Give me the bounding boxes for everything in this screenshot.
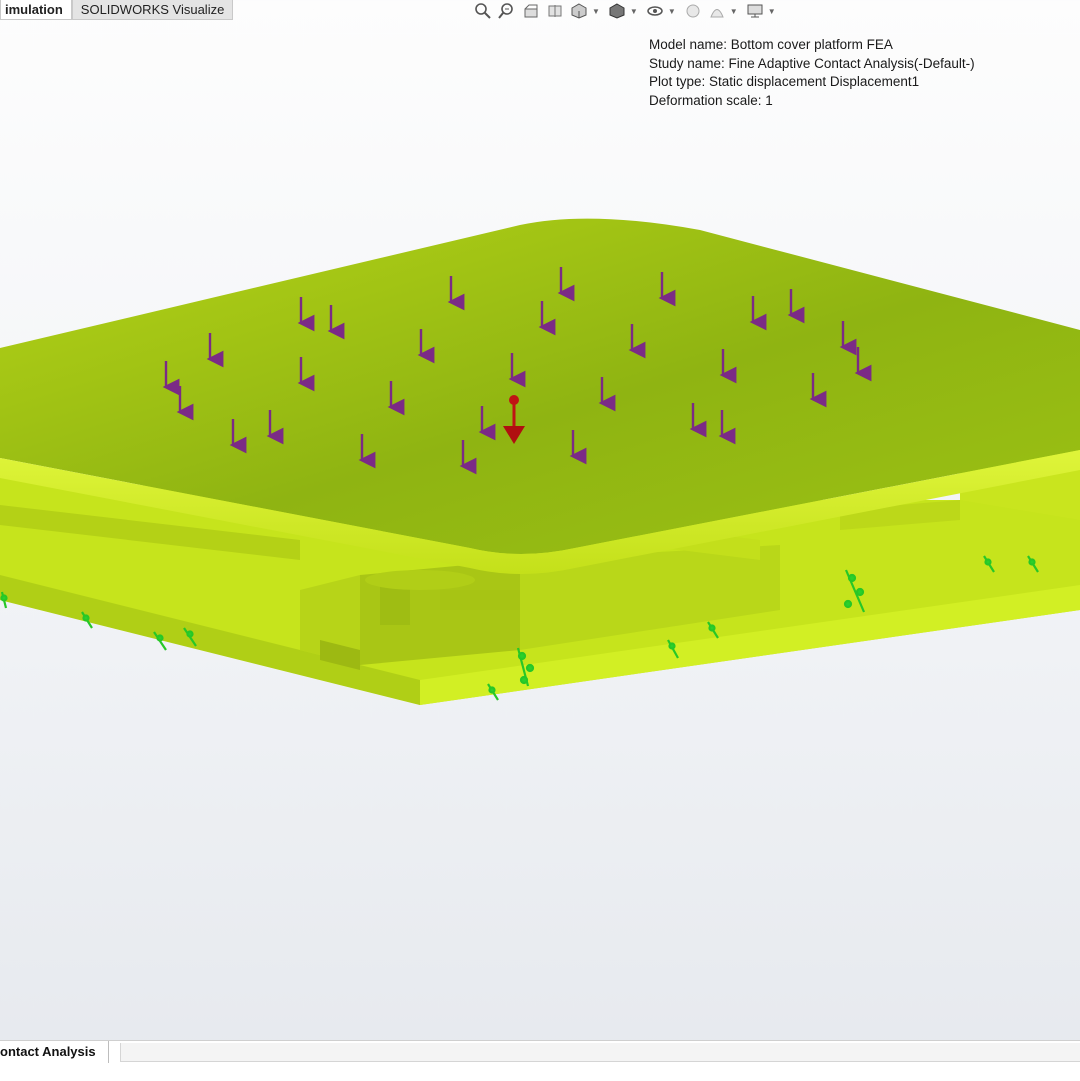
hide-show-items-icon[interactable] <box>644 1 666 21</box>
view-orientation-icon[interactable] <box>568 1 590 21</box>
chevron-down-icon[interactable]: ▼ <box>768 7 776 16</box>
view-settings-icon[interactable] <box>744 1 766 21</box>
previous-view-icon[interactable] <box>520 1 542 21</box>
chevron-down-icon[interactable]: ▼ <box>592 7 600 16</box>
model-name-text: Model name: Bottom cover platform FEA <box>649 37 893 52</box>
chevron-down-icon[interactable]: ▼ <box>730 7 738 16</box>
tab-simulation[interactable]: imulation <box>0 0 72 20</box>
plot-type-text: Plot type: Static displacement Displacem… <box>649 74 920 89</box>
tab-contact-analysis[interactable]: ontact Analysis <box>0 1041 109 1063</box>
graphics-viewport[interactable] <box>0 0 1080 1080</box>
tab-strip <box>120 1043 1080 1062</box>
top-tab-bar: imulation SOLIDWORKS Visualize <box>0 0 234 20</box>
display-style-icon[interactable] <box>606 1 628 21</box>
apply-scene-icon[interactable] <box>706 1 728 21</box>
study-name-text: Study name: Fine Adaptive Contact Analys… <box>649 55 975 71</box>
plot-info-legend: Model name: Bottom cover platform FEA St… <box>649 36 975 110</box>
study-tab-bar: ontact Analysis <box>0 1040 1080 1081</box>
chevron-down-icon[interactable]: ▼ <box>668 7 676 16</box>
deformation-scale-text: Deformation scale: 1 <box>649 92 773 108</box>
tab-solidworks-visualize[interactable]: SOLIDWORKS Visualize <box>71 0 234 20</box>
section-view-icon[interactable] <box>544 1 566 21</box>
zoom-to-area-icon[interactable] <box>496 1 518 21</box>
edit-appearance-icon[interactable] <box>682 1 704 21</box>
chevron-down-icon[interactable]: ▼ <box>630 7 638 16</box>
heads-up-view-toolbar: ▼ ▼ ▼ ▼ ▼ <box>472 0 780 22</box>
zoom-to-fit-icon[interactable] <box>472 1 494 21</box>
